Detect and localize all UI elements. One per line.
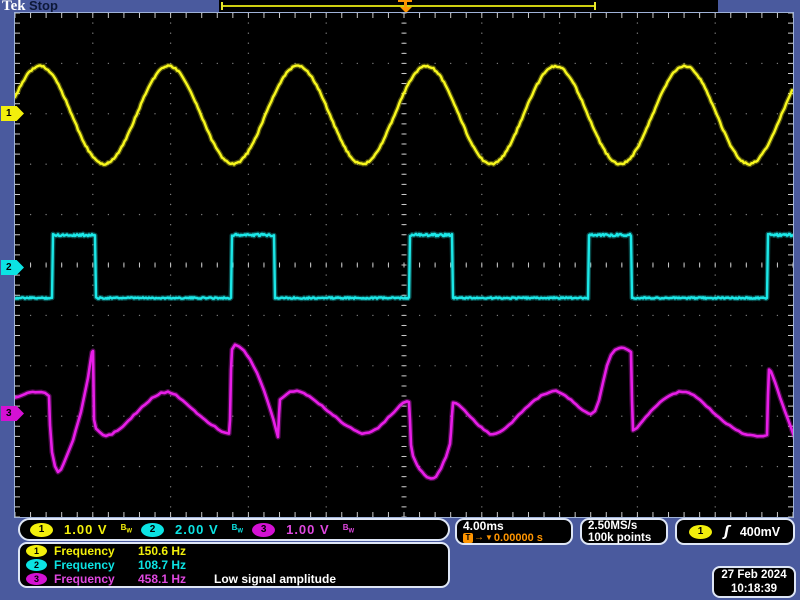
ch2-badge[interactable]: 2 — [141, 523, 164, 537]
oscilloscope-screen: Tek Stop T 1 2 3 1 1.00 V BW 2 2.00 V BW… — [0, 0, 800, 600]
measurement-row: 2 Frequency 108.7 Hz — [26, 558, 442, 572]
right-arrow-icon: → — [474, 533, 484, 543]
ch2-scale: 2.00 V — [175, 522, 219, 537]
record-length: 100k points — [588, 532, 660, 544]
datetime-box: 27 Feb 2024 10:18:39 — [712, 566, 796, 598]
measurement-readout[interactable]: 1 Frequency 150.6 Hz 2 Frequency 108.7 H… — [18, 542, 450, 588]
acquisition-readout[interactable]: 2.50MS/s 100k points — [580, 518, 668, 545]
time-label: 10:18:39 — [714, 582, 794, 596]
bandwidth-limit-icon: BW — [121, 524, 132, 536]
time-per-division: 4.00ms — [463, 520, 565, 532]
down-triangle-icon: ▼ — [485, 533, 493, 543]
ch3-trace-glow — [15, 345, 793, 479]
channel-scale-readout[interactable]: 1 1.00 V BW 2 2.00 V BW 3 1.00 V BW — [18, 518, 450, 541]
ch3-trace — [15, 345, 793, 479]
window-left-bracket — [221, 2, 223, 10]
trigger-readout[interactable]: 1 ʃ 400mV — [675, 518, 795, 545]
ch3-scale: 1.00 V — [286, 522, 330, 537]
trigger-delay-value: 0.00000 s — [494, 532, 543, 544]
measurement-row: 3 Frequency 458.1 Hz Low signal amplitud… — [26, 572, 442, 586]
measurement-name: Frequency — [54, 544, 138, 558]
ch1-trace-glow — [15, 65, 792, 164]
measurement-name: Frequency — [54, 558, 138, 572]
measurement-note: Low signal amplitude — [214, 572, 336, 586]
measurement-value: 150.6 Hz — [138, 544, 214, 558]
graticule-and-traces — [15, 13, 793, 517]
graticule — [14, 12, 794, 518]
trigger-level: 400mV — [740, 525, 780, 539]
measurement-name: Frequency — [54, 572, 138, 586]
trigger-delay-readout: T → ▼ 0.00000 s — [463, 532, 565, 544]
ch3-badge[interactable]: 3 — [252, 523, 275, 537]
measurement-row: 1 Frequency 150.6 Hz — [26, 544, 442, 558]
trigger-source-badge: 1 — [689, 525, 712, 539]
ch1-scale: 1.00 V — [64, 522, 108, 537]
ch3-badge: 3 — [26, 573, 47, 585]
horizontal-readout[interactable]: 4.00ms T → ▼ 0.00000 s — [455, 518, 573, 545]
ch2-badge: 2 — [26, 559, 47, 571]
rising-edge-icon: ʃ — [724, 525, 730, 539]
ch1-badge: 1 — [26, 545, 47, 557]
ch1-trace — [15, 65, 792, 164]
measurement-value: 458.1 Hz — [138, 572, 214, 586]
window-right-bracket — [594, 2, 596, 10]
ch1-badge[interactable]: 1 — [30, 523, 53, 537]
measurement-value: 108.7 Hz — [138, 558, 214, 572]
bandwidth-limit-icon: BW — [232, 524, 243, 536]
date-label: 27 Feb 2024 — [714, 568, 794, 582]
trigger-t-icon: T — [463, 533, 473, 543]
sample-rate: 2.50MS/s — [588, 520, 660, 532]
bandwidth-limit-icon: BW — [343, 524, 354, 536]
